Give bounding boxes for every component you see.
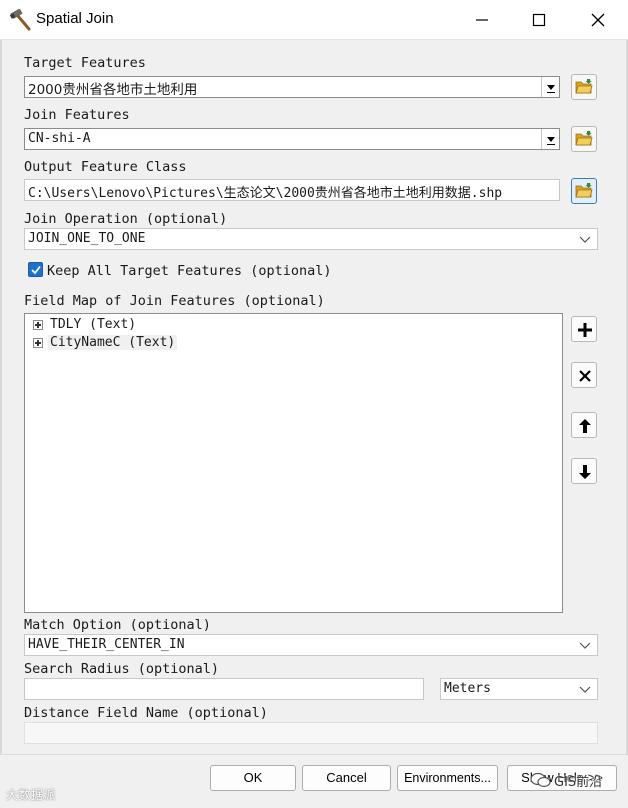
output-feature-class-input[interactable]: C:\Users\Lenovo\Pictures\生态论文\2000贵州省各地市… (24, 179, 560, 201)
join-operation-select[interactable]: JOIN_ONE_TO_ONE (24, 228, 598, 250)
move-up-icon (579, 419, 591, 433)
close-icon[interactable] (586, 8, 610, 32)
add-icon (578, 323, 592, 337)
dropdown-arrow-icon[interactable] (541, 77, 559, 97)
minimize-icon[interactable] (470, 8, 494, 32)
move-down-icon (579, 465, 591, 479)
maximize-icon[interactable] (527, 8, 551, 32)
expand-icon[interactable] (33, 338, 43, 348)
move-up-button[interactable] (571, 412, 597, 438)
expand-icon[interactable] (33, 320, 43, 330)
environments-button[interactable]: Environments... (397, 765, 498, 791)
hammer-icon (9, 9, 31, 31)
move-down-button[interactable] (571, 458, 597, 484)
folder-open-icon (575, 131, 593, 146)
wechat-icon (530, 772, 551, 788)
watermark-right: GIS前沿 (528, 770, 618, 790)
chevron-down-icon[interactable] (579, 640, 591, 650)
target-features-label: Target Features (24, 55, 146, 71)
target-features-value: 2000贵州省各地市土地利用 (28, 82, 198, 98)
dropdown-arrow-icon[interactable] (541, 129, 559, 149)
add-field-button[interactable] (571, 316, 597, 342)
output-feature-class-browse-button[interactable] (571, 178, 597, 204)
search-radius-unit-select[interactable]: Meters (440, 678, 598, 700)
tool-dialog-panel: Target Features 2000贵州省各地市土地利用 Join Feat… (0, 40, 628, 754)
match-option-value: HAVE_THEIR_CENTER_IN (28, 637, 185, 652)
folder-open-icon (575, 183, 593, 198)
output-feature-class-label: Output Feature Class (24, 159, 187, 175)
match-option-label: Match Option (optional) (24, 617, 211, 633)
keep-all-label[interactable]: Keep All Target Features (optional) (47, 263, 331, 279)
match-option-select[interactable]: HAVE_THEIR_CENTER_IN (24, 634, 598, 656)
search-radius-input[interactable] (24, 678, 424, 700)
search-radius-unit-value: Meters (444, 681, 491, 696)
tree-item-label: TDLY (Text) (50, 317, 137, 332)
field-map-label: Field Map of Join Features (optional) (24, 293, 325, 309)
remove-icon (579, 370, 591, 382)
title-bar[interactable]: Spatial Join (0, 0, 628, 40)
search-radius-label: Search Radius (optional) (24, 661, 220, 677)
window-title: Spatial Join (36, 10, 114, 27)
join-features-browse-button[interactable] (571, 126, 597, 152)
watermark-left: 大数据派 (6, 788, 57, 802)
tree-item-label: CityNameC (Text) (48, 335, 178, 350)
field-map-tree[interactable]: TDLY (Text) CityNameC (Text) (24, 313, 563, 613)
output-feature-class-value: C:\Users\Lenovo\Pictures\生态论文\2000贵州省各地市… (28, 186, 503, 201)
join-features-combo[interactable]: CN-shi-A (24, 128, 560, 150)
chevron-down-icon[interactable] (579, 684, 591, 694)
join-features-value: CN-shi-A (28, 131, 91, 146)
distance-field-label: Distance Field Name (optional) (24, 705, 268, 721)
target-features-browse-button[interactable] (571, 74, 597, 100)
chevron-down-icon[interactable] (579, 234, 591, 244)
folder-open-icon (575, 79, 593, 94)
target-features-combo[interactable]: 2000贵州省各地市土地利用 (24, 76, 560, 98)
keep-all-checkbox[interactable] (28, 262, 43, 277)
distance-field-input[interactable] (24, 722, 598, 744)
join-features-label: Join Features (24, 107, 130, 123)
watermark-right-text: GIS前沿 (554, 775, 603, 790)
checkmark-icon (31, 265, 41, 275)
ok-button[interactable]: OK (210, 765, 296, 791)
join-operation-label: Join Operation (optional) (24, 211, 228, 227)
remove-field-button[interactable] (571, 362, 597, 388)
cancel-button[interactable]: Cancel (302, 765, 391, 791)
join-operation-value: JOIN_ONE_TO_ONE (28, 231, 146, 246)
